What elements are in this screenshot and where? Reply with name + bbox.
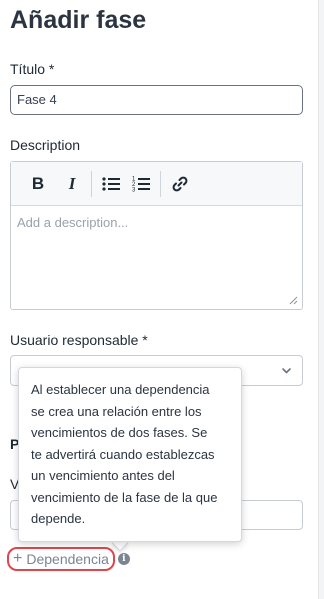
description-textarea[interactable]: Add a description... <box>11 206 302 309</box>
numbered-list-button[interactable]: 1 2 3 <box>126 169 156 199</box>
dependency-row: + Dependencia i <box>7 547 130 571</box>
title-input[interactable]: Fase 4 <box>10 85 303 115</box>
description-placeholder: Add a description... <box>17 215 129 230</box>
italic-icon: I <box>68 173 76 193</box>
resize-handle-icon[interactable] <box>289 296 298 305</box>
tooltip-line: depende. <box>31 511 86 526</box>
bullet-list-button[interactable] <box>96 169 126 199</box>
toolbar-divider <box>160 170 161 197</box>
info-icon[interactable]: i <box>117 553 130 565</box>
dependency-tooltip: Al establecer una dependencia se crea un… <box>18 367 242 542</box>
add-dependency-button[interactable]: + Dependencia <box>7 547 115 571</box>
toolbar-divider <box>91 170 92 197</box>
link-button[interactable] <box>165 169 195 199</box>
tooltip-line: te advertirá cuando establezcas <box>31 446 215 462</box>
add-phase-panel: Añadir fase Título * Fase 4 Description … <box>0 0 318 599</box>
tooltip-line: vencimientos de dos fases. Se <box>31 425 208 440</box>
page-title: Añadir fase <box>10 6 147 34</box>
numbered-list-icon: 1 2 3 <box>132 176 150 193</box>
link-icon <box>172 176 188 191</box>
description-label: Description <box>10 137 81 153</box>
italic-button[interactable]: I <box>57 169 87 199</box>
scrollbar-track[interactable] <box>318 0 324 599</box>
svg-text:3: 3 <box>132 187 136 193</box>
editor-toolbar: B I 1 2 3 <box>11 162 302 206</box>
bold-button[interactable]: B <box>23 169 53 199</box>
tooltip-line: vencimiento de la fase de la que <box>31 489 218 505</box>
add-dependency-label: Dependencia <box>26 551 109 567</box>
owner-label: Usuario responsable * <box>10 332 148 348</box>
bold-icon: B <box>31 173 45 193</box>
plus-icon: + <box>13 550 23 567</box>
title-field-label: Título * <box>10 61 55 77</box>
bullet-list-icon <box>102 176 120 191</box>
description-editor: B I 1 2 3 Add a description... <box>10 161 303 310</box>
tooltip-line: Al establecer una dependencia <box>31 382 210 397</box>
tooltip-line: un vencimiento antes del <box>31 468 175 483</box>
tooltip-line: se crea una relación entre los <box>31 403 202 419</box>
chevron-down-icon <box>282 368 291 374</box>
